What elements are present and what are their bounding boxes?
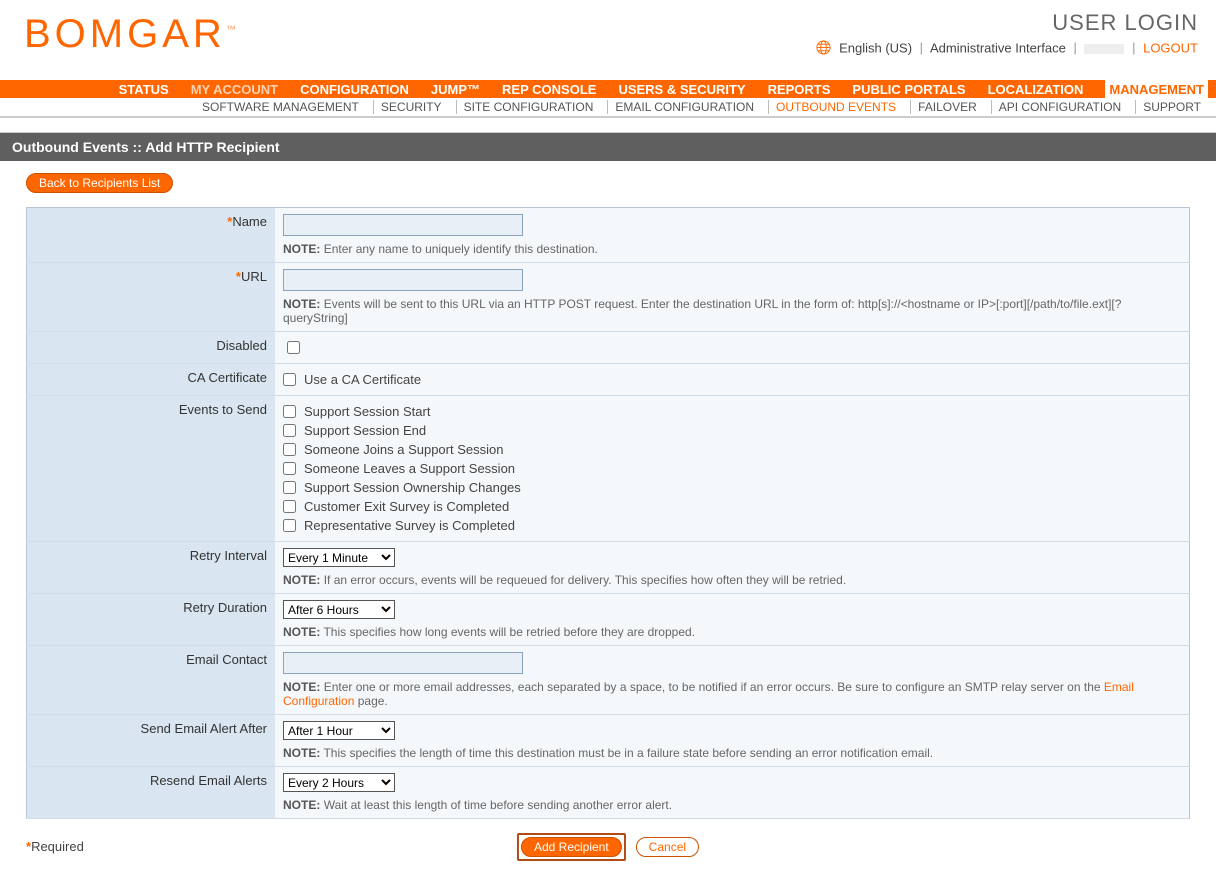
user-login-title: USER LOGIN xyxy=(816,10,1198,36)
topnav-item-6[interactable]: REPORTS xyxy=(768,82,831,97)
topnav-item-3[interactable]: JUMP™ xyxy=(431,82,480,97)
event-item-1: Support Session End xyxy=(283,421,1181,440)
event-label-2: Someone Joins a Support Session xyxy=(304,442,503,457)
note-send-after: This specifies the length of time this d… xyxy=(323,746,933,760)
ca-cert-option: Use a CA Certificate xyxy=(304,372,421,387)
note-email-a: Enter one or more email addresses, each … xyxy=(324,680,1104,694)
subnav-item-6[interactable]: API CONFIGURATION xyxy=(991,100,1128,114)
username-placeholder xyxy=(1084,44,1124,54)
label-send-after: Send Email Alert After xyxy=(141,721,267,736)
event-label-5: Customer Exit Survey is Completed xyxy=(304,499,509,514)
event-checkbox-2[interactable] xyxy=(283,443,296,456)
subnav-item-3[interactable]: EMAIL CONFIGURATION xyxy=(607,100,761,114)
topnav-item-0[interactable]: STATUS xyxy=(119,82,169,97)
event-label-6: Representative Survey is Completed xyxy=(304,518,515,533)
topnav-item-7[interactable]: PUBLIC PORTALS xyxy=(852,82,965,97)
label-retry-interval: Retry Interval xyxy=(190,548,267,563)
note-name: Enter any name to uniquely identify this… xyxy=(324,242,598,256)
subnav-item-4[interactable]: OUTBOUND EVENTS xyxy=(768,100,903,114)
event-item-5: Customer Exit Survey is Completed xyxy=(283,497,1181,516)
required-label: Required xyxy=(31,839,84,854)
globe-icon xyxy=(816,40,831,58)
subnav-item-0[interactable]: SOFTWARE MANAGEMENT xyxy=(195,100,366,114)
retry-interval-select[interactable]: Every 1 Minute xyxy=(283,548,395,567)
label-resend: Resend Email Alerts xyxy=(150,773,267,788)
sub-nav: SOFTWARE MANAGEMENT SECURITY SITE CONFIGUR… xyxy=(0,98,1216,116)
url-input[interactable] xyxy=(283,269,523,291)
name-input[interactable] xyxy=(283,214,523,236)
note-url: Events will be sent to this URL via an H… xyxy=(283,297,1121,325)
logo-tm: ™ xyxy=(226,25,236,36)
topnav-item-9[interactable]: MANAGEMENT xyxy=(1105,80,1208,98)
admin-interface-link[interactable]: Administrative Interface xyxy=(930,40,1066,55)
subnav-item-1[interactable]: SECURITY xyxy=(373,100,449,114)
event-label-0: Support Session Start xyxy=(304,404,430,419)
note-retry-duration: This specifies how long events will be r… xyxy=(323,625,695,639)
event-checkbox-4[interactable] xyxy=(283,481,296,494)
topnav-item-4[interactable]: REP CONSOLE xyxy=(502,82,596,97)
label-email-contact: Email Contact xyxy=(186,652,267,667)
event-label-3: Someone Leaves a Support Session xyxy=(304,461,515,476)
label-name: Name xyxy=(232,214,267,229)
event-checkbox-5[interactable] xyxy=(283,500,296,513)
email-contact-input[interactable] xyxy=(283,652,523,674)
event-checkbox-1[interactable] xyxy=(283,424,296,437)
logo-text: BOMGAR xyxy=(24,12,226,56)
user-block: USER LOGIN English (US) | Administrative… xyxy=(816,10,1198,58)
resend-select[interactable]: Every 2 Hours xyxy=(283,773,395,792)
event-item-0: Support Session Start xyxy=(283,402,1181,421)
event-label-1: Support Session End xyxy=(304,423,426,438)
label-retry-duration: Retry Duration xyxy=(183,600,267,615)
topnav-item-2[interactable]: CONFIGURATION xyxy=(300,82,409,97)
note-email-b: page. xyxy=(354,694,387,708)
add-recipient-button[interactable]: Add Recipient xyxy=(521,837,622,857)
disabled-checkbox[interactable] xyxy=(287,341,300,354)
event-label-4: Support Session Ownership Changes xyxy=(304,480,521,495)
retry-duration-select[interactable]: After 6 Hours xyxy=(283,600,395,619)
form-footer: *Required Add Recipient Cancel xyxy=(26,833,1190,863)
logout-link[interactable]: LOGOUT xyxy=(1143,40,1198,55)
note-resend: Wait at least this length of time before… xyxy=(324,798,672,812)
send-after-select[interactable]: After 1 Hour xyxy=(283,721,395,740)
label-disabled: Disabled xyxy=(216,338,267,353)
ca-cert-checkbox[interactable] xyxy=(283,373,296,386)
label-ca-cert: CA Certificate xyxy=(188,370,267,385)
event-item-2: Someone Joins a Support Session xyxy=(283,440,1181,459)
subnav-item-2[interactable]: SITE CONFIGURATION xyxy=(456,100,601,114)
event-item-3: Someone Leaves a Support Session xyxy=(283,459,1181,478)
top-nav: STATUS MY ACCOUNT CONFIGURATION JUMP™ REP CO… xyxy=(0,80,1216,98)
subnav-item-7[interactable]: SUPPORT xyxy=(1135,100,1208,114)
topnav-item-1[interactable]: MY ACCOUNT xyxy=(191,82,278,97)
event-checkbox-0[interactable] xyxy=(283,405,296,418)
language-link[interactable]: English (US) xyxy=(839,40,912,55)
topnav-item-5[interactable]: USERS & SECURITY xyxy=(618,82,745,97)
header: BOMGAR™ USER LOGIN English (US) | Admini… xyxy=(0,0,1216,80)
form-table: *Name NOTE: Enter any name to uniquely i… xyxy=(26,207,1190,819)
cancel-button[interactable]: Cancel xyxy=(636,837,699,857)
label-events: Events to Send xyxy=(179,402,267,417)
subnav-item-5[interactable]: FAILOVER xyxy=(910,100,984,114)
event-checkbox-3[interactable] xyxy=(283,462,296,475)
back-to-list-button[interactable]: Back to Recipients List xyxy=(26,173,173,193)
event-item-4: Support Session Ownership Changes xyxy=(283,478,1181,497)
event-checkbox-6[interactable] xyxy=(283,519,296,532)
event-item-6: Representative Survey is Completed xyxy=(283,516,1181,535)
section-title: Outbound Events :: Add HTTP Recipient xyxy=(0,133,1216,161)
label-url: URL xyxy=(241,269,267,284)
note-retry-interval: If an error occurs, events will be reque… xyxy=(324,573,846,587)
topnav-item-8[interactable]: LOCALIZATION xyxy=(988,82,1084,97)
